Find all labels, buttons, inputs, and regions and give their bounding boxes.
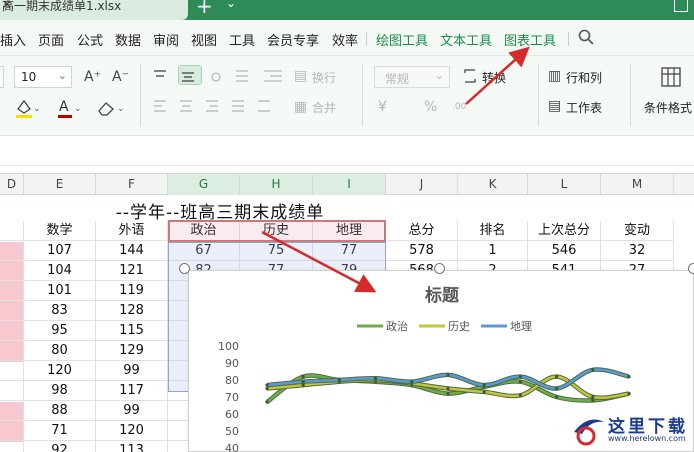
arrow-to-chart-tools <box>465 46 530 105</box>
watermark-logo <box>574 419 604 446</box>
watermark: 这里下载 www.herelown.com <box>566 408 694 452</box>
annotation-arrows <box>261 46 530 293</box>
arrow-to-chart <box>261 230 377 293</box>
watermark-url: www.herelown.com <box>608 434 686 443</box>
